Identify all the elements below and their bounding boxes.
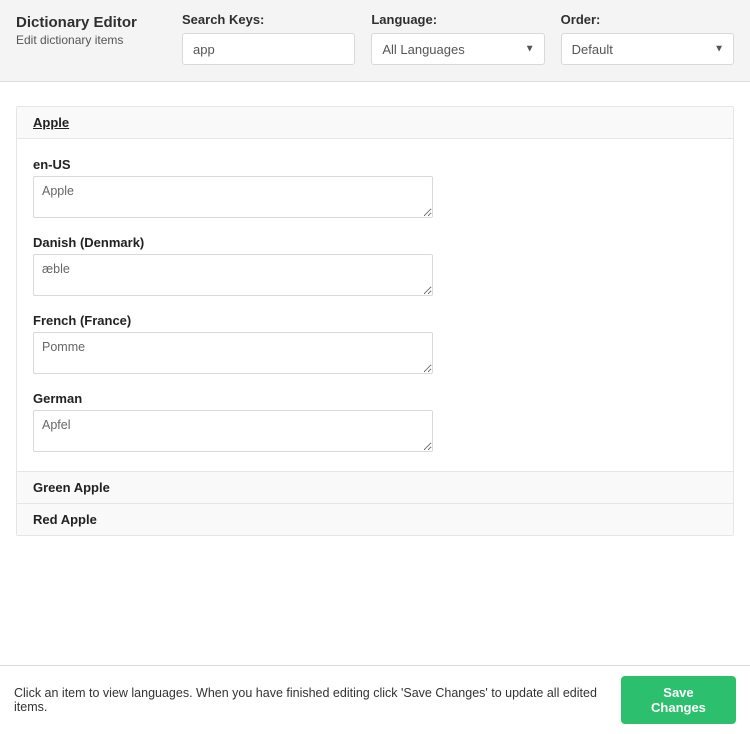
translation-lang-label: German (33, 391, 717, 406)
translation-input[interactable] (33, 332, 433, 374)
dictionary-item-header[interactable]: Green Apple (17, 472, 733, 504)
search-field-block: Search Keys: (182, 12, 355, 65)
content-area: Apple en-US Danish (Denmark) French (Fra… (0, 82, 750, 536)
translation-block: en-US (33, 157, 717, 221)
dictionary-list: Apple en-US Danish (Denmark) French (Fra… (16, 106, 734, 536)
translation-block: Danish (Denmark) (33, 235, 717, 299)
translation-block: French (France) (33, 313, 717, 377)
translation-input[interactable] (33, 254, 433, 296)
translation-block: German (33, 391, 717, 455)
header-bar: Dictionary Editor Edit dictionary items … (0, 0, 750, 82)
language-label: Language: (371, 12, 544, 27)
page-subtitle: Edit dictionary items (16, 33, 166, 47)
save-changes-button[interactable]: Save Changes (621, 676, 736, 724)
dictionary-item-header[interactable]: Apple (17, 107, 733, 139)
language-select[interactable]: All Languages (371, 33, 544, 65)
search-input[interactable] (182, 33, 355, 65)
title-block: Dictionary Editor Edit dictionary items (16, 12, 166, 47)
translation-input[interactable] (33, 176, 433, 218)
dictionary-item-body: en-US Danish (Denmark) French (France) G… (17, 139, 733, 472)
order-label: Order: (561, 12, 734, 27)
translation-lang-label: Danish (Denmark) (33, 235, 717, 250)
footer-bar: Click an item to view languages. When yo… (0, 665, 750, 734)
order-field-block: Order: Default ▼ (561, 12, 734, 65)
translation-lang-label: French (France) (33, 313, 717, 328)
order-select[interactable]: Default (561, 33, 734, 65)
language-field-block: Language: All Languages ▼ (371, 12, 544, 65)
translation-lang-label: en-US (33, 157, 717, 172)
footer-hint: Click an item to view languages. When yo… (14, 686, 621, 714)
search-label: Search Keys: (182, 12, 355, 27)
dictionary-item-header[interactable]: Red Apple (17, 504, 733, 535)
page-title: Dictionary Editor (16, 14, 166, 31)
translation-input[interactable] (33, 410, 433, 452)
